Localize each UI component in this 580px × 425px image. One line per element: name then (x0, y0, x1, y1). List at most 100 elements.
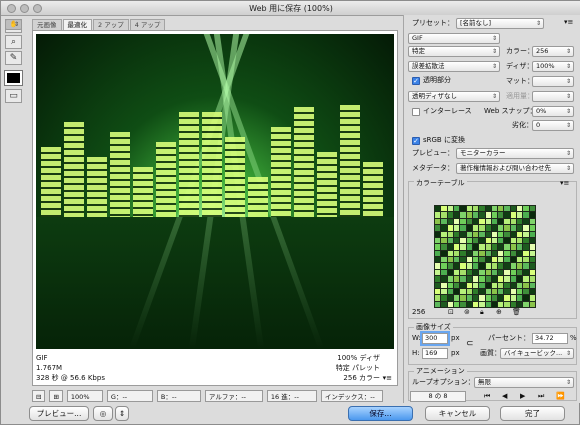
color-swatch[interactable] (435, 288, 441, 295)
constrain-link-icon[interactable]: ⊂ (466, 339, 474, 350)
color-swatch[interactable] (504, 231, 510, 237)
color-swatch[interactable] (485, 276, 491, 282)
color-swatch[interactable] (435, 212, 441, 218)
color-swatch[interactable] (447, 276, 453, 282)
preview-image[interactable] (36, 34, 394, 349)
color-swatch[interactable] (504, 282, 510, 288)
color-swatch[interactable] (447, 263, 453, 269)
color-swatch[interactable] (529, 288, 535, 295)
color-swatch[interactable] (504, 237, 510, 244)
color-swatch[interactable] (466, 244, 472, 250)
color-swatch[interactable] (460, 295, 466, 301)
color-swatch[interactable] (529, 276, 535, 282)
color-swatch[interactable] (510, 231, 517, 237)
color-swatch[interactable] (529, 237, 535, 244)
color-swatch[interactable] (435, 295, 441, 301)
color-swatch[interactable] (447, 269, 453, 276)
color-swatch[interactable] (466, 263, 472, 269)
minimize-window-button[interactable] (20, 4, 29, 13)
color-swatch[interactable] (510, 288, 517, 295)
color-swatch[interactable] (441, 212, 447, 218)
browser-icon[interactable]: ◎ (93, 406, 113, 421)
color-swatch[interactable] (479, 225, 485, 231)
tab-original[interactable]: 元画像 (32, 19, 62, 30)
color-swatch[interactable] (479, 218, 485, 225)
color-swatch[interactable] (504, 206, 510, 212)
dither-select[interactable]: 100% (532, 61, 574, 72)
interlaced-checkbox[interactable] (412, 108, 420, 116)
color-swatch[interactable] (498, 282, 504, 288)
color-swatch[interactable] (472, 231, 479, 237)
color-swatch[interactable] (460, 206, 466, 212)
color-swatch[interactable] (453, 218, 460, 225)
color-swatch[interactable] (441, 269, 447, 276)
color-swatch[interactable] (466, 225, 472, 231)
color-swatch[interactable] (472, 218, 479, 225)
color-swatch[interactable] (441, 263, 447, 269)
color-swatch[interactable] (435, 301, 441, 307)
websnap-select[interactable]: 0% (532, 106, 574, 117)
color-swatch[interactable] (498, 212, 504, 218)
color-swatch[interactable] (466, 269, 472, 276)
color-swatch[interactable] (472, 237, 479, 244)
color-swatch[interactable] (441, 225, 447, 231)
color-swatch[interactable] (517, 206, 523, 212)
color-swatch[interactable] (523, 301, 529, 307)
color-swatch[interactable] (447, 206, 453, 212)
color-swatch[interactable] (517, 212, 523, 218)
color-swatch[interactable] (460, 250, 466, 256)
color-swatch[interactable] (529, 231, 535, 237)
eyedropper-tool-icon[interactable]: ✎ (5, 51, 22, 65)
color-swatch[interactable] (472, 288, 479, 295)
color-swatch[interactable] (517, 295, 523, 301)
color-swatch[interactable] (435, 269, 441, 276)
prev-frame-icon[interactable]: ◀ (502, 391, 507, 402)
color-swatch[interactable] (447, 231, 453, 237)
color-reduction-select[interactable]: 特定 (408, 46, 500, 57)
color-swatch[interactable] (472, 263, 479, 269)
color-swatch[interactable] (472, 225, 479, 231)
color-swatch[interactable] (479, 250, 485, 256)
color-swatch[interactable] (523, 206, 529, 212)
last-frame-icon[interactable]: ⏩ (556, 391, 565, 402)
color-swatch[interactable] (510, 263, 517, 269)
amount-select[interactable] (532, 91, 574, 102)
color-swatch[interactable] (491, 276, 498, 282)
color-swatch[interactable] (479, 237, 485, 244)
color-swatch[interactable] (485, 237, 491, 244)
color-swatch[interactable] (453, 295, 460, 301)
color-swatch[interactable] (447, 212, 453, 218)
preview-color-select[interactable]: モニターカラー (456, 148, 574, 159)
color-swatch[interactable] (460, 257, 466, 263)
next-frame-icon[interactable]: ⏭ (538, 391, 544, 402)
color-swatch[interactable] (523, 288, 529, 295)
color-swatch[interactable] (472, 244, 479, 250)
color-swatch[interactable] (517, 225, 523, 231)
color-swatch[interactable] (491, 237, 498, 244)
color-swatch[interactable] (523, 269, 529, 276)
color-swatch[interactable] (441, 218, 447, 225)
color-swatch[interactable] (447, 218, 453, 225)
color-swatch[interactable] (491, 212, 498, 218)
color-swatch[interactable] (517, 288, 523, 295)
color-swatch[interactable] (517, 250, 523, 256)
color-swatch[interactable] (523, 295, 529, 301)
color-swatch[interactable] (491, 282, 498, 288)
map-color-icon[interactable]: ⊡ (448, 307, 454, 318)
color-swatch[interactable] (460, 231, 466, 237)
color-swatch[interactable] (466, 282, 472, 288)
color-swatch[interactable] (485, 225, 491, 231)
quality-select[interactable]: バイキュービック... (500, 348, 574, 359)
color-swatch[interactable] (504, 301, 510, 307)
zoom-in-icon[interactable]: ⊞ (49, 390, 63, 402)
color-swatch[interactable] (485, 295, 491, 301)
color-swatch[interactable] (498, 206, 504, 212)
browser-select-icon[interactable]: ⇕ (115, 406, 129, 421)
color-swatch[interactable] (510, 244, 517, 250)
color-swatch[interactable] (498, 237, 504, 244)
color-swatch[interactable] (523, 218, 529, 225)
lock-color-icon[interactable]: 🔒︎ (480, 307, 484, 318)
color-swatch[interactable] (472, 269, 479, 276)
color-swatch[interactable] (504, 218, 510, 225)
color-swatch[interactable] (466, 288, 472, 295)
